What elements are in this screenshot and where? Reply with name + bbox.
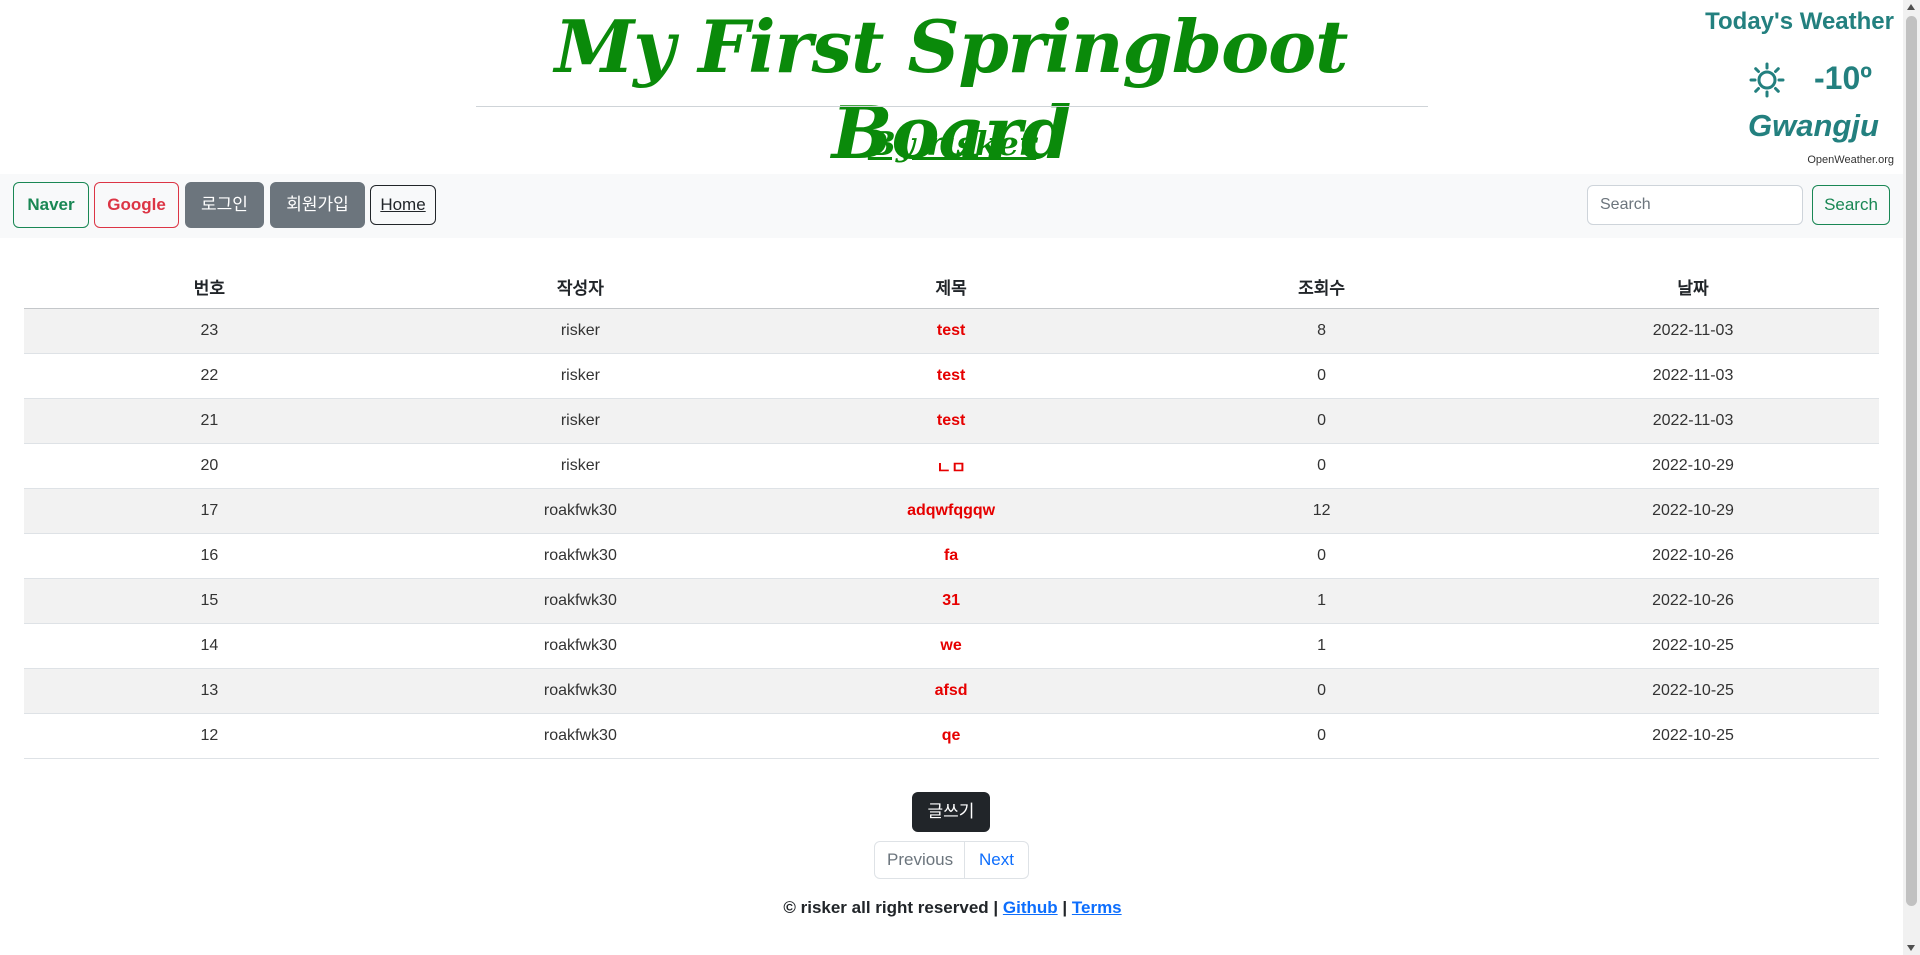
footer-copyright: © risker all right reserved | xyxy=(783,898,999,917)
row-number: 14 xyxy=(24,623,395,669)
table-row: 16 roakfwk30 fa 0 2022-10-26 xyxy=(24,533,1879,579)
navbar: Naver Google 로그인 회원가입 Home Search xyxy=(0,174,1905,238)
scrollbar-thumb[interactable] xyxy=(1906,16,1917,906)
row-views: 0 xyxy=(1136,353,1508,399)
home-button[interactable]: Home xyxy=(370,185,436,225)
post-title-link[interactable]: ㄴㅁ xyxy=(936,460,965,477)
site-header: My First Springboot Board xyxy=(475,0,1427,175)
signup-button[interactable]: 회원가입 xyxy=(270,182,365,228)
column-header-author: 작성자 xyxy=(394,264,766,309)
byline: By risker xyxy=(867,124,1037,163)
footer: © risker all right reserved | Github | T… xyxy=(0,898,1905,918)
weather-title: Today's Weather xyxy=(1705,8,1894,35)
row-date: 2022-10-29 xyxy=(1507,443,1879,489)
table-row: 12 roakfwk30 qe 0 2022-10-25 xyxy=(24,713,1879,759)
row-views: 0 xyxy=(1136,668,1508,714)
weather-credit: OpenWeather.org xyxy=(1807,154,1894,166)
row-author: roakfwk30 xyxy=(394,713,766,759)
row-number: 20 xyxy=(24,443,395,489)
table-row: 15 roakfwk30 31 1 2022-10-26 xyxy=(24,578,1879,624)
row-author: roakfwk30 xyxy=(394,533,766,579)
row-views: 1 xyxy=(1136,578,1508,624)
row-views: 0 xyxy=(1136,398,1508,444)
pagination-next[interactable]: Next xyxy=(965,841,1029,879)
column-header-number: 번호 xyxy=(24,264,395,309)
board-table: 번호 작성자 제목 조회수 날짜 23 risker test 8 2022-1… xyxy=(24,264,1879,759)
post-title-link[interactable]: adqwfqgqw xyxy=(907,502,995,519)
post-title-link[interactable]: fa xyxy=(944,547,958,564)
table-row: 21 risker test 0 2022-11-03 xyxy=(24,398,1879,444)
row-views: 0 xyxy=(1136,533,1508,579)
row-views: 8 xyxy=(1136,308,1508,354)
row-number: 21 xyxy=(24,398,395,444)
row-number: 23 xyxy=(24,308,395,354)
pagination: Previous Next xyxy=(874,841,1029,879)
write-post-button[interactable]: 글쓰기 xyxy=(912,792,990,832)
post-title-link[interactable]: 31 xyxy=(942,592,960,609)
post-title-link[interactable]: afsd xyxy=(935,682,968,699)
row-author: risker xyxy=(394,308,766,354)
post-title-link[interactable]: test xyxy=(937,367,965,384)
row-date: 2022-11-03 xyxy=(1507,353,1879,399)
row-author: roakfwk30 xyxy=(394,623,766,669)
row-views: 0 xyxy=(1136,713,1508,759)
row-author: risker xyxy=(394,443,766,489)
table-row: 20 risker ㄴㅁ 0 2022-10-29 xyxy=(24,443,1879,489)
footer-terms-link[interactable]: Terms xyxy=(1072,898,1122,917)
pagination-previous[interactable]: Previous xyxy=(874,841,965,879)
row-number: 15 xyxy=(24,578,395,624)
row-date: 2022-10-25 xyxy=(1507,713,1879,759)
row-author: roakfwk30 xyxy=(394,488,766,534)
search-input[interactable] xyxy=(1587,185,1803,225)
post-title-link[interactable]: test xyxy=(937,412,965,429)
post-title-link[interactable]: test xyxy=(937,322,965,339)
table-row: 22 risker test 0 2022-11-03 xyxy=(24,353,1879,399)
column-header-views: 조회수 xyxy=(1136,264,1508,309)
row-date: 2022-11-03 xyxy=(1507,308,1879,354)
row-date: 2022-10-25 xyxy=(1507,623,1879,669)
title-divider xyxy=(476,106,1428,107)
row-views: 12 xyxy=(1136,488,1508,534)
row-views: 0 xyxy=(1136,443,1508,489)
scroll-down-arrow-icon[interactable] xyxy=(1907,945,1915,951)
footer-github-link[interactable]: Github xyxy=(1003,898,1058,917)
weather-temperature: -10º xyxy=(1814,60,1872,96)
column-header-title: 제목 xyxy=(765,264,1137,309)
google-login-button[interactable]: Google xyxy=(94,182,179,228)
table-header-row: 번호 작성자 제목 조회수 날짜 xyxy=(24,264,1879,309)
row-number: 22 xyxy=(24,353,395,399)
row-author: roakfwk30 xyxy=(394,668,766,714)
footer-separator: | xyxy=(1062,898,1068,917)
table-row: 23 risker test 8 2022-11-03 xyxy=(24,308,1879,354)
row-number: 13 xyxy=(24,668,395,714)
row-date: 2022-10-26 xyxy=(1507,533,1879,579)
row-number: 16 xyxy=(24,533,395,579)
row-date: 2022-10-26 xyxy=(1507,578,1879,624)
search-button[interactable]: Search xyxy=(1812,185,1890,225)
row-author: risker xyxy=(394,398,766,444)
sun-icon xyxy=(1749,62,1785,98)
row-date: 2022-11-03 xyxy=(1507,398,1879,444)
login-button[interactable]: 로그인 xyxy=(185,182,264,228)
vertical-scrollbar[interactable] xyxy=(1903,0,1920,955)
weather-city: Gwangju xyxy=(1748,108,1879,143)
row-author: roakfwk30 xyxy=(394,578,766,624)
table-row: 13 roakfwk30 afsd 0 2022-10-25 xyxy=(24,668,1879,714)
post-title-link[interactable]: we xyxy=(940,637,961,654)
row-author: risker xyxy=(394,353,766,399)
table-row: 14 roakfwk30 we 1 2022-10-25 xyxy=(24,623,1879,669)
scroll-up-arrow-icon[interactable] xyxy=(1907,4,1915,10)
row-date: 2022-10-29 xyxy=(1507,488,1879,534)
row-views: 1 xyxy=(1136,623,1508,669)
column-header-date: 날짜 xyxy=(1507,264,1879,309)
row-number: 17 xyxy=(24,488,395,534)
table-row: 17 roakfwk30 adqwfqgqw 12 2022-10-29 xyxy=(24,488,1879,534)
post-title-link[interactable]: qe xyxy=(942,727,961,744)
row-number: 12 xyxy=(24,713,395,759)
naver-login-button[interactable]: Naver xyxy=(13,182,89,228)
row-date: 2022-10-25 xyxy=(1507,668,1879,714)
